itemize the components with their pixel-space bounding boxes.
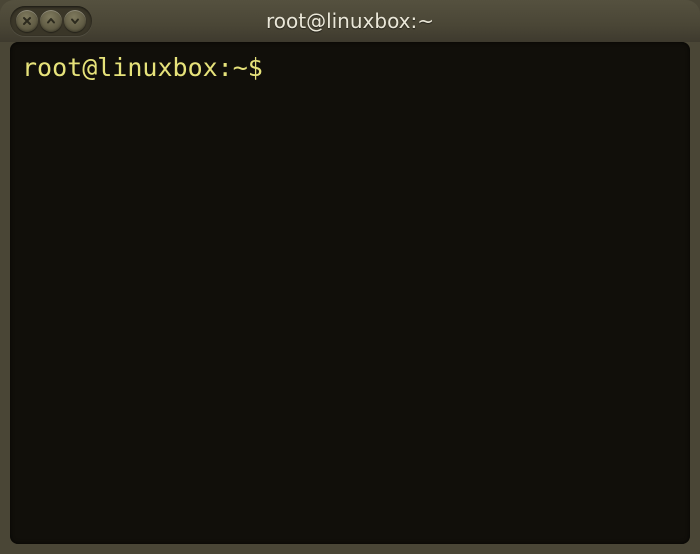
shell-prompt: root@linuxbox:~$ [22, 53, 263, 82]
prompt-line: root@linuxbox:~$ [22, 52, 678, 83]
window-controls [10, 6, 92, 36]
titlebar[interactable]: root@linuxbox:~ [0, 0, 700, 42]
close-button[interactable] [16, 10, 38, 32]
minimize-button[interactable] [64, 10, 86, 32]
chevron-down-icon [70, 16, 80, 26]
terminal-area[interactable]: root@linuxbox:~$ [10, 42, 690, 544]
window-title: root@linuxbox:~ [0, 9, 700, 33]
terminal-window: root@linuxbox:~ root@linuxbox:~$ [0, 0, 700, 554]
close-icon [22, 16, 32, 26]
chevron-up-icon [46, 16, 56, 26]
maximize-button[interactable] [40, 10, 62, 32]
